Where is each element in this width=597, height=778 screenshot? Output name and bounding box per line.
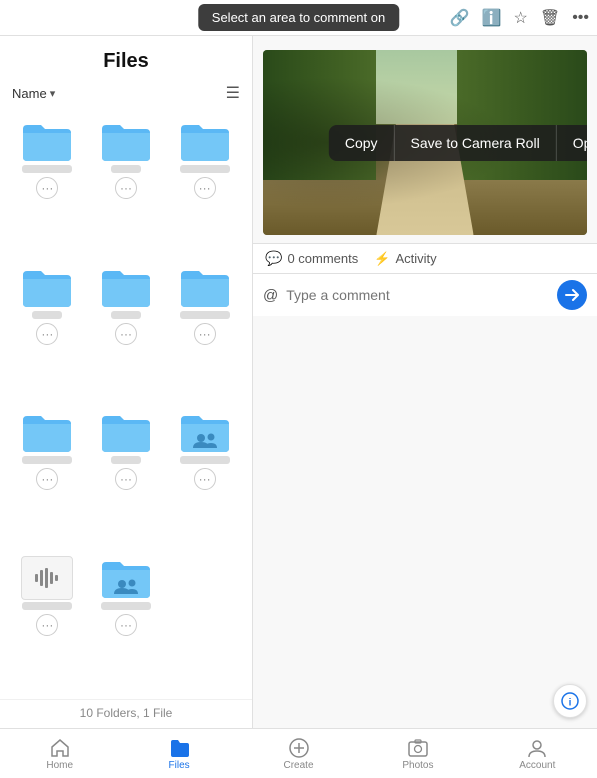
- nav-label-home: Home: [46, 760, 73, 771]
- list-item[interactable]: ···: [165, 404, 244, 550]
- file-grid: ··· ···: [0, 109, 252, 699]
- file-name: [180, 456, 230, 464]
- open-in-button[interactable]: Open in...: [557, 125, 587, 161]
- folder-icon: [179, 119, 231, 163]
- folder-icon: [21, 410, 73, 454]
- folder-icon: [100, 410, 152, 454]
- nav-label-photos: Photos: [402, 760, 433, 771]
- main-layout: Files Name ▾ ☰ ···: [0, 36, 597, 728]
- svg-text:i: i: [569, 698, 572, 709]
- sort-bar: Name ▾ ☰: [0, 79, 252, 109]
- file-more-button[interactable]: ···: [36, 177, 58, 199]
- file-name: [22, 456, 72, 464]
- files-title: Files: [0, 36, 252, 79]
- folder-icon: [21, 265, 73, 309]
- file-name: [111, 456, 141, 464]
- right-panel: Copy Save to Camera Roll Open in... i 💬 …: [253, 36, 597, 728]
- folder-icon: [179, 265, 231, 309]
- file-name: [180, 165, 230, 173]
- file-name: [101, 602, 151, 610]
- list-item[interactable]: ···: [87, 550, 166, 696]
- audio-file-icon: [21, 556, 73, 600]
- activity-label: Activity: [395, 251, 436, 266]
- file-name: [111, 165, 141, 173]
- file-name: [180, 311, 230, 319]
- link-icon[interactable]: 🔗: [450, 8, 470, 28]
- more-icon[interactable]: •••: [572, 9, 589, 27]
- list-item[interactable]: ···: [87, 259, 166, 405]
- comments-bar: 💬 0 comments ⚡ Activity: [253, 243, 597, 273]
- file-name: [111, 311, 141, 319]
- tooltip-banner: Select an area to comment on: [198, 4, 399, 31]
- info-button[interactable]: i: [553, 684, 587, 718]
- file-more-button[interactable]: ···: [115, 323, 137, 345]
- list-item[interactable]: ···: [165, 113, 244, 259]
- image-container: Copy Save to Camera Roll Open in...: [263, 50, 587, 235]
- top-bar: Select an area to comment on 🔗 ℹ️ ☆ 🗑 ••…: [0, 0, 597, 36]
- sort-button[interactable]: Name ▾: [12, 86, 55, 101]
- file-name: [22, 165, 72, 173]
- folder-icon: [21, 119, 73, 163]
- file-more-button[interactable]: ···: [115, 614, 137, 636]
- list-item[interactable]: ···: [8, 550, 87, 696]
- file-more-button[interactable]: ···: [36, 468, 58, 490]
- shared-folder-icon: [179, 410, 231, 454]
- folder-icon: [100, 119, 152, 163]
- file-more-button[interactable]: ···: [115, 177, 137, 199]
- context-menu: Copy Save to Camera Roll Open in...: [329, 125, 587, 161]
- list-item[interactable]: ···: [87, 113, 166, 259]
- file-summary: 10 Folders, 1 File: [0, 699, 252, 728]
- file-more-button[interactable]: ···: [115, 468, 137, 490]
- send-button[interactable]: [557, 280, 587, 310]
- nav-label-create: Create: [284, 760, 314, 771]
- list-item[interactable]: ···: [8, 259, 87, 405]
- comment-input[interactable]: [286, 287, 549, 303]
- file-more-button[interactable]: ···: [36, 323, 58, 345]
- comments-tab[interactable]: 💬 0 comments: [265, 250, 358, 267]
- top-bar-icons: 🔗 ℹ️ ☆ 🗑 •••: [450, 8, 589, 28]
- file-name: [22, 602, 72, 610]
- nav-item-files[interactable]: Files: [119, 733, 238, 775]
- at-icon[interactable]: @: [263, 287, 278, 304]
- nav-label-account: Account: [519, 760, 555, 771]
- nav-item-photos[interactable]: Photos: [358, 733, 477, 775]
- activity-tab[interactable]: ⚡ Activity: [374, 251, 436, 267]
- grid-view-icon[interactable]: ☰: [226, 83, 240, 103]
- file-more-button[interactable]: ···: [36, 614, 58, 636]
- copy-button[interactable]: Copy: [329, 125, 395, 161]
- lightning-icon: ⚡: [374, 251, 390, 267]
- chevron-down-icon: ▾: [50, 87, 56, 100]
- nav-item-account[interactable]: Account: [478, 733, 597, 775]
- nav-item-create[interactable]: Create: [239, 733, 358, 775]
- list-item[interactable]: ···: [8, 404, 87, 550]
- left-panel: Files Name ▾ ☰ ···: [0, 36, 253, 728]
- nav-label-files: Files: [169, 760, 190, 771]
- comment-input-bar: @: [253, 273, 597, 316]
- bottom-nav: Home Files Create Photos Account: [0, 728, 597, 778]
- comments-count: 0 comments: [287, 251, 358, 266]
- list-item[interactable]: ···: [165, 259, 244, 405]
- info-circle-icon[interactable]: ℹ️: [482, 8, 502, 28]
- main-image[interactable]: Copy Save to Camera Roll Open in...: [263, 50, 587, 235]
- star-icon[interactable]: ☆: [514, 8, 528, 28]
- file-more-button[interactable]: ···: [194, 468, 216, 490]
- file-more-button[interactable]: ···: [194, 177, 216, 199]
- file-more-button[interactable]: ···: [194, 323, 216, 345]
- comment-bubble-icon: 💬: [265, 250, 282, 267]
- file-name: [32, 311, 62, 319]
- shared-folder-icon-2: [100, 556, 152, 600]
- save-to-camera-roll-button[interactable]: Save to Camera Roll: [395, 125, 557, 161]
- trash-icon[interactable]: 🗑: [540, 8, 560, 28]
- folder-icon: [100, 265, 152, 309]
- list-item[interactable]: ···: [8, 113, 87, 259]
- nav-item-home[interactable]: Home: [0, 733, 119, 775]
- list-item[interactable]: ···: [87, 404, 166, 550]
